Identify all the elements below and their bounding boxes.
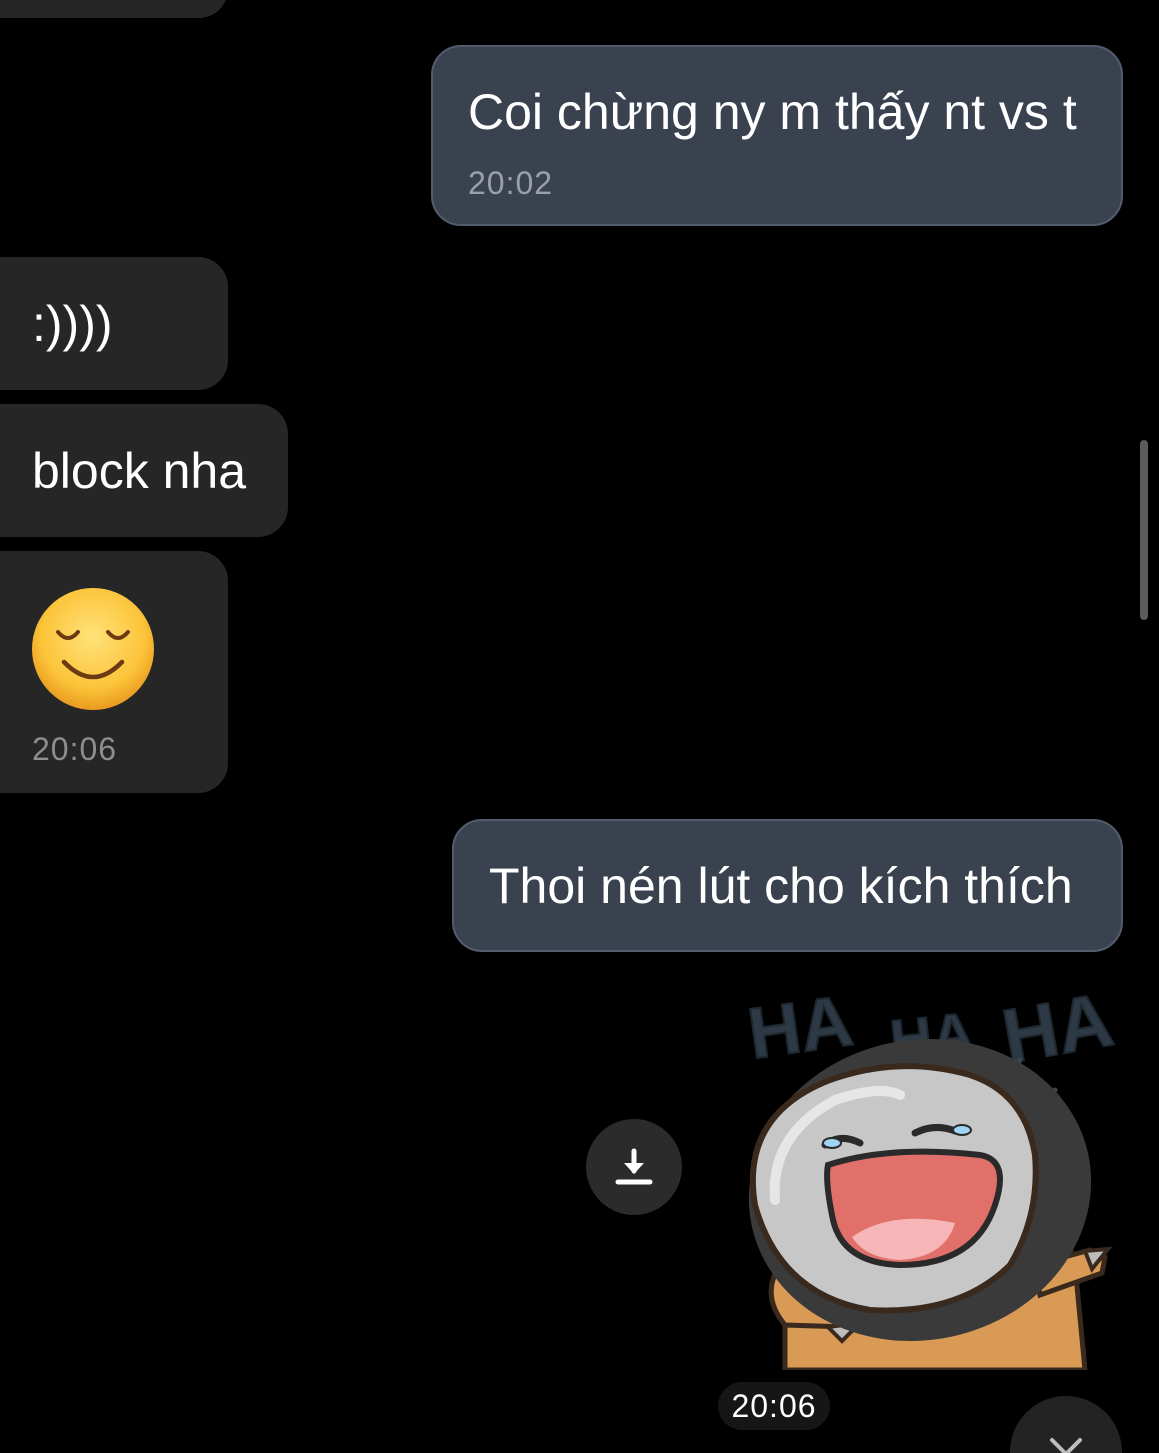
message-bubble-incoming[interactable]: 20:06 [0, 551, 228, 793]
message-text: :)))) [32, 296, 113, 352]
sticker-time: 20:06 [718, 1382, 830, 1430]
message-text: Coi chừng ny m thấy nt vs t [468, 84, 1077, 140]
download-button[interactable] [586, 1119, 682, 1215]
message-bubble-outgoing[interactable]: Thoi nén lút cho kích thích [452, 819, 1123, 952]
scrollbar[interactable] [1140, 440, 1148, 620]
message-bubble-outgoing[interactable]: Coi chừng ny m thấy nt vs t 20:02 [431, 45, 1123, 226]
chat-view: Coi chừng ny m thấy nt vs t 20:02 :)))) … [0, 0, 1159, 1453]
message-bubble-partial[interactable] [0, 0, 228, 18]
laughing-character-sticker-icon[interactable]: HA HA HA [740, 965, 1120, 1370]
message-text: Thoi nén lút cho kích thích [489, 858, 1073, 914]
sticker-text: HA [743, 981, 857, 1075]
scroll-to-bottom-button[interactable] [1010, 1396, 1122, 1453]
message-bubble-incoming[interactable]: :)))) [0, 257, 228, 390]
download-icon [615, 1148, 653, 1185]
chevron-down-icon [1050, 1438, 1082, 1453]
message-text: block nha [32, 443, 247, 499]
relieved-face-icon [32, 588, 154, 710]
message-time: 20:02 [468, 165, 554, 201]
message-bubble-incoming[interactable]: block nha [0, 404, 288, 537]
message-time: 20:06 [32, 731, 118, 767]
